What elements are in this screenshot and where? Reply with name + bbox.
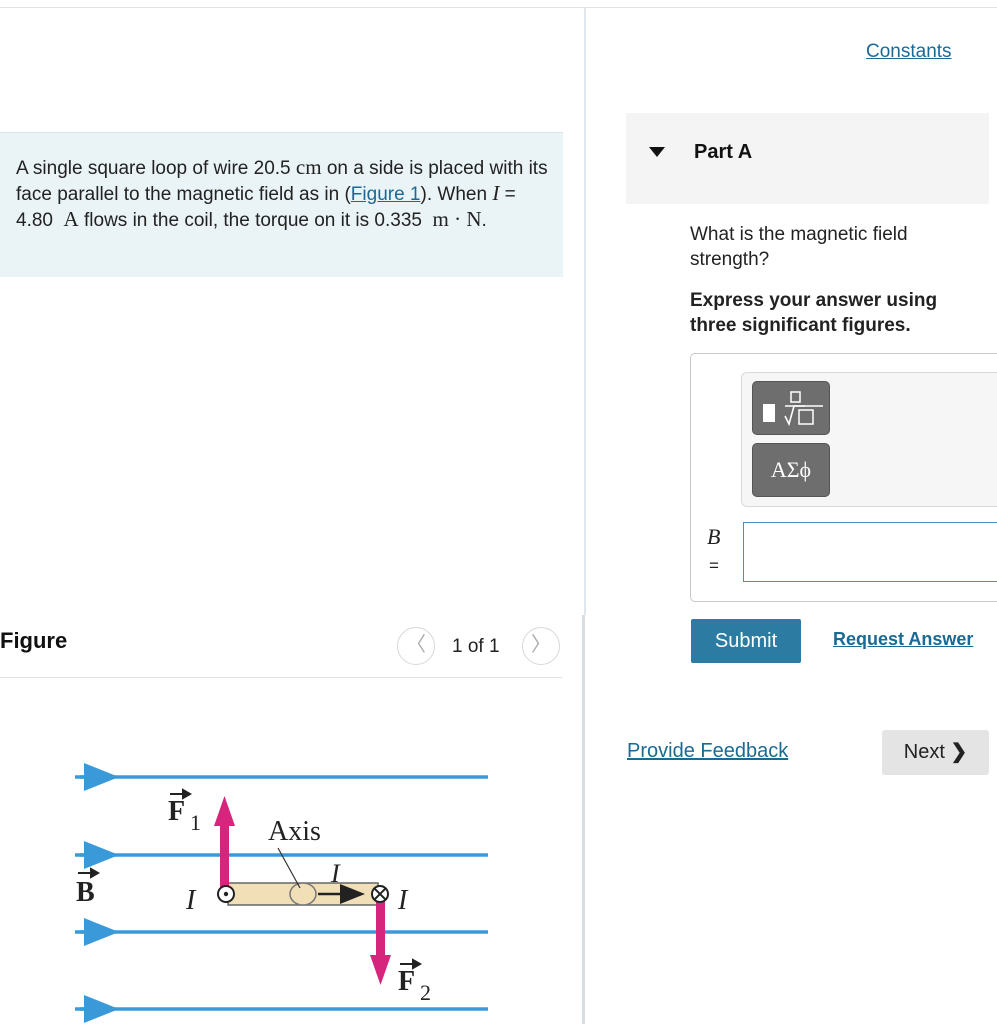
request-answer-link[interactable]: Request Answer xyxy=(833,629,973,650)
provide-feedback-link[interactable]: Provide Feedback xyxy=(627,740,788,763)
f1-vector-tip xyxy=(182,788,193,800)
label-f1: F xyxy=(168,796,185,827)
problem-text-3: ). When xyxy=(420,184,488,205)
top-rule xyxy=(0,7,997,8)
axis-pivot xyxy=(289,882,317,906)
panel-divider xyxy=(584,7,586,615)
caret-down-icon[interactable] xyxy=(649,147,665,157)
unit-newton-meter: m · N xyxy=(432,207,482,231)
problem-text-1: A single square loop of wire 20.5 xyxy=(16,158,291,179)
chevron-left-icon: 〈 xyxy=(406,634,426,656)
label-b-field: B xyxy=(76,877,95,908)
label-i-right: I xyxy=(397,885,409,916)
label-i-left: I xyxy=(185,885,197,916)
label-axis: Axis xyxy=(268,816,321,847)
problem-text-6: . xyxy=(481,210,487,231)
label-f2-sub: 2 xyxy=(420,980,431,1005)
chevron-right-icon: 〉 xyxy=(531,634,551,656)
question-text: What is the magnetic field strength? xyxy=(690,224,908,270)
current-symbol: I xyxy=(492,181,500,205)
panel-divider-lower xyxy=(582,615,585,1024)
force-f2-arrowhead xyxy=(370,955,391,985)
force-f2-arrow xyxy=(376,900,385,958)
chevron-right-icon: ❯ xyxy=(950,741,968,763)
templates-button[interactable] xyxy=(752,381,830,435)
current-out-dot xyxy=(223,891,229,897)
figure-diagram: F 1 Axis B I I I F 2 xyxy=(75,763,488,1023)
unit-amperes: A xyxy=(63,207,79,231)
unit-cm: cm xyxy=(295,155,322,179)
label-f1-sub: 1 xyxy=(190,810,201,835)
next-label: Next xyxy=(903,741,945,763)
part-a-title[interactable]: Part A xyxy=(694,141,752,164)
part-a-header[interactable] xyxy=(626,113,989,204)
figure-counter: 1 of 1 xyxy=(452,636,500,657)
greek-symbols-button[interactable]: ΑΣϕ xyxy=(752,443,830,497)
equals-label: = xyxy=(709,556,719,575)
figure-next-button[interactable]: 〉 xyxy=(522,627,560,665)
fraction-root-icon xyxy=(763,391,823,427)
next-button[interactable]: Next ❯ xyxy=(882,730,989,775)
figure-rule xyxy=(0,677,562,678)
constants-link[interactable]: Constants xyxy=(866,41,952,63)
b-vector-tip xyxy=(90,867,101,879)
label-i-mid: I xyxy=(330,859,341,888)
answer-input[interactable] xyxy=(743,522,997,582)
force-f1-arrow xyxy=(220,822,229,890)
problem-text-5: flows in the coil, the torque on it is 0… xyxy=(84,210,422,231)
vector-overbars xyxy=(78,788,423,970)
figure-link[interactable]: Figure 1 xyxy=(351,184,421,205)
label-f2: F xyxy=(398,966,415,997)
problem-statement: A single square loop of wire 20.5 cm on … xyxy=(16,155,556,233)
figure-header: Figure xyxy=(0,628,68,653)
figure-prev-button[interactable]: 〈 xyxy=(397,627,435,665)
submit-button[interactable]: Submit xyxy=(691,619,801,663)
instruction-text: Express your answer using three signific… xyxy=(690,290,938,336)
variable-label: B xyxy=(707,524,721,549)
f2-vector-tip xyxy=(412,958,423,970)
force-f1-arrowhead xyxy=(214,796,235,826)
